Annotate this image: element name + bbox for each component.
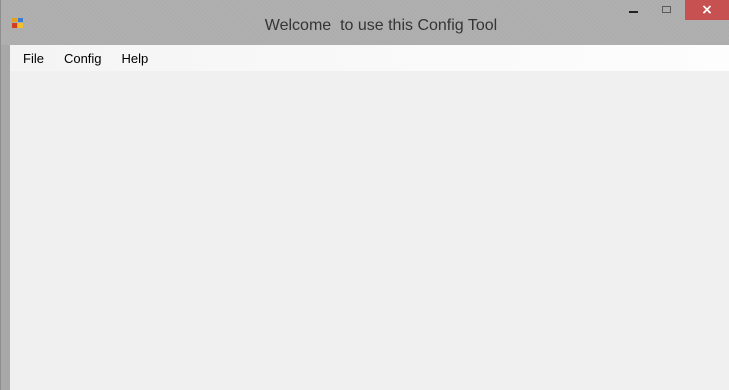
- title-bar[interactable]: Welcome to use this Config Tool ×: [1, 0, 729, 45]
- maximize-button[interactable]: [649, 0, 683, 20]
- menu-config[interactable]: Config: [64, 49, 102, 68]
- menu-file[interactable]: File: [23, 49, 44, 68]
- app-window: Welcome to use this Config Tool × File C…: [0, 0, 729, 390]
- minimize-icon: [628, 10, 638, 13]
- minimize-button[interactable]: [619, 0, 647, 20]
- maximize-icon: [661, 5, 671, 13]
- close-button[interactable]: ×: [685, 0, 729, 20]
- client-area: File Config Help: [10, 45, 729, 390]
- app-icon[interactable]: [12, 18, 23, 28]
- menu-bar: File Config Help: [10, 45, 729, 71]
- window-title: Welcome to use this Config Tool: [264, 17, 498, 34]
- close-icon: ×: [701, 2, 713, 18]
- menu-help[interactable]: Help: [122, 49, 149, 68]
